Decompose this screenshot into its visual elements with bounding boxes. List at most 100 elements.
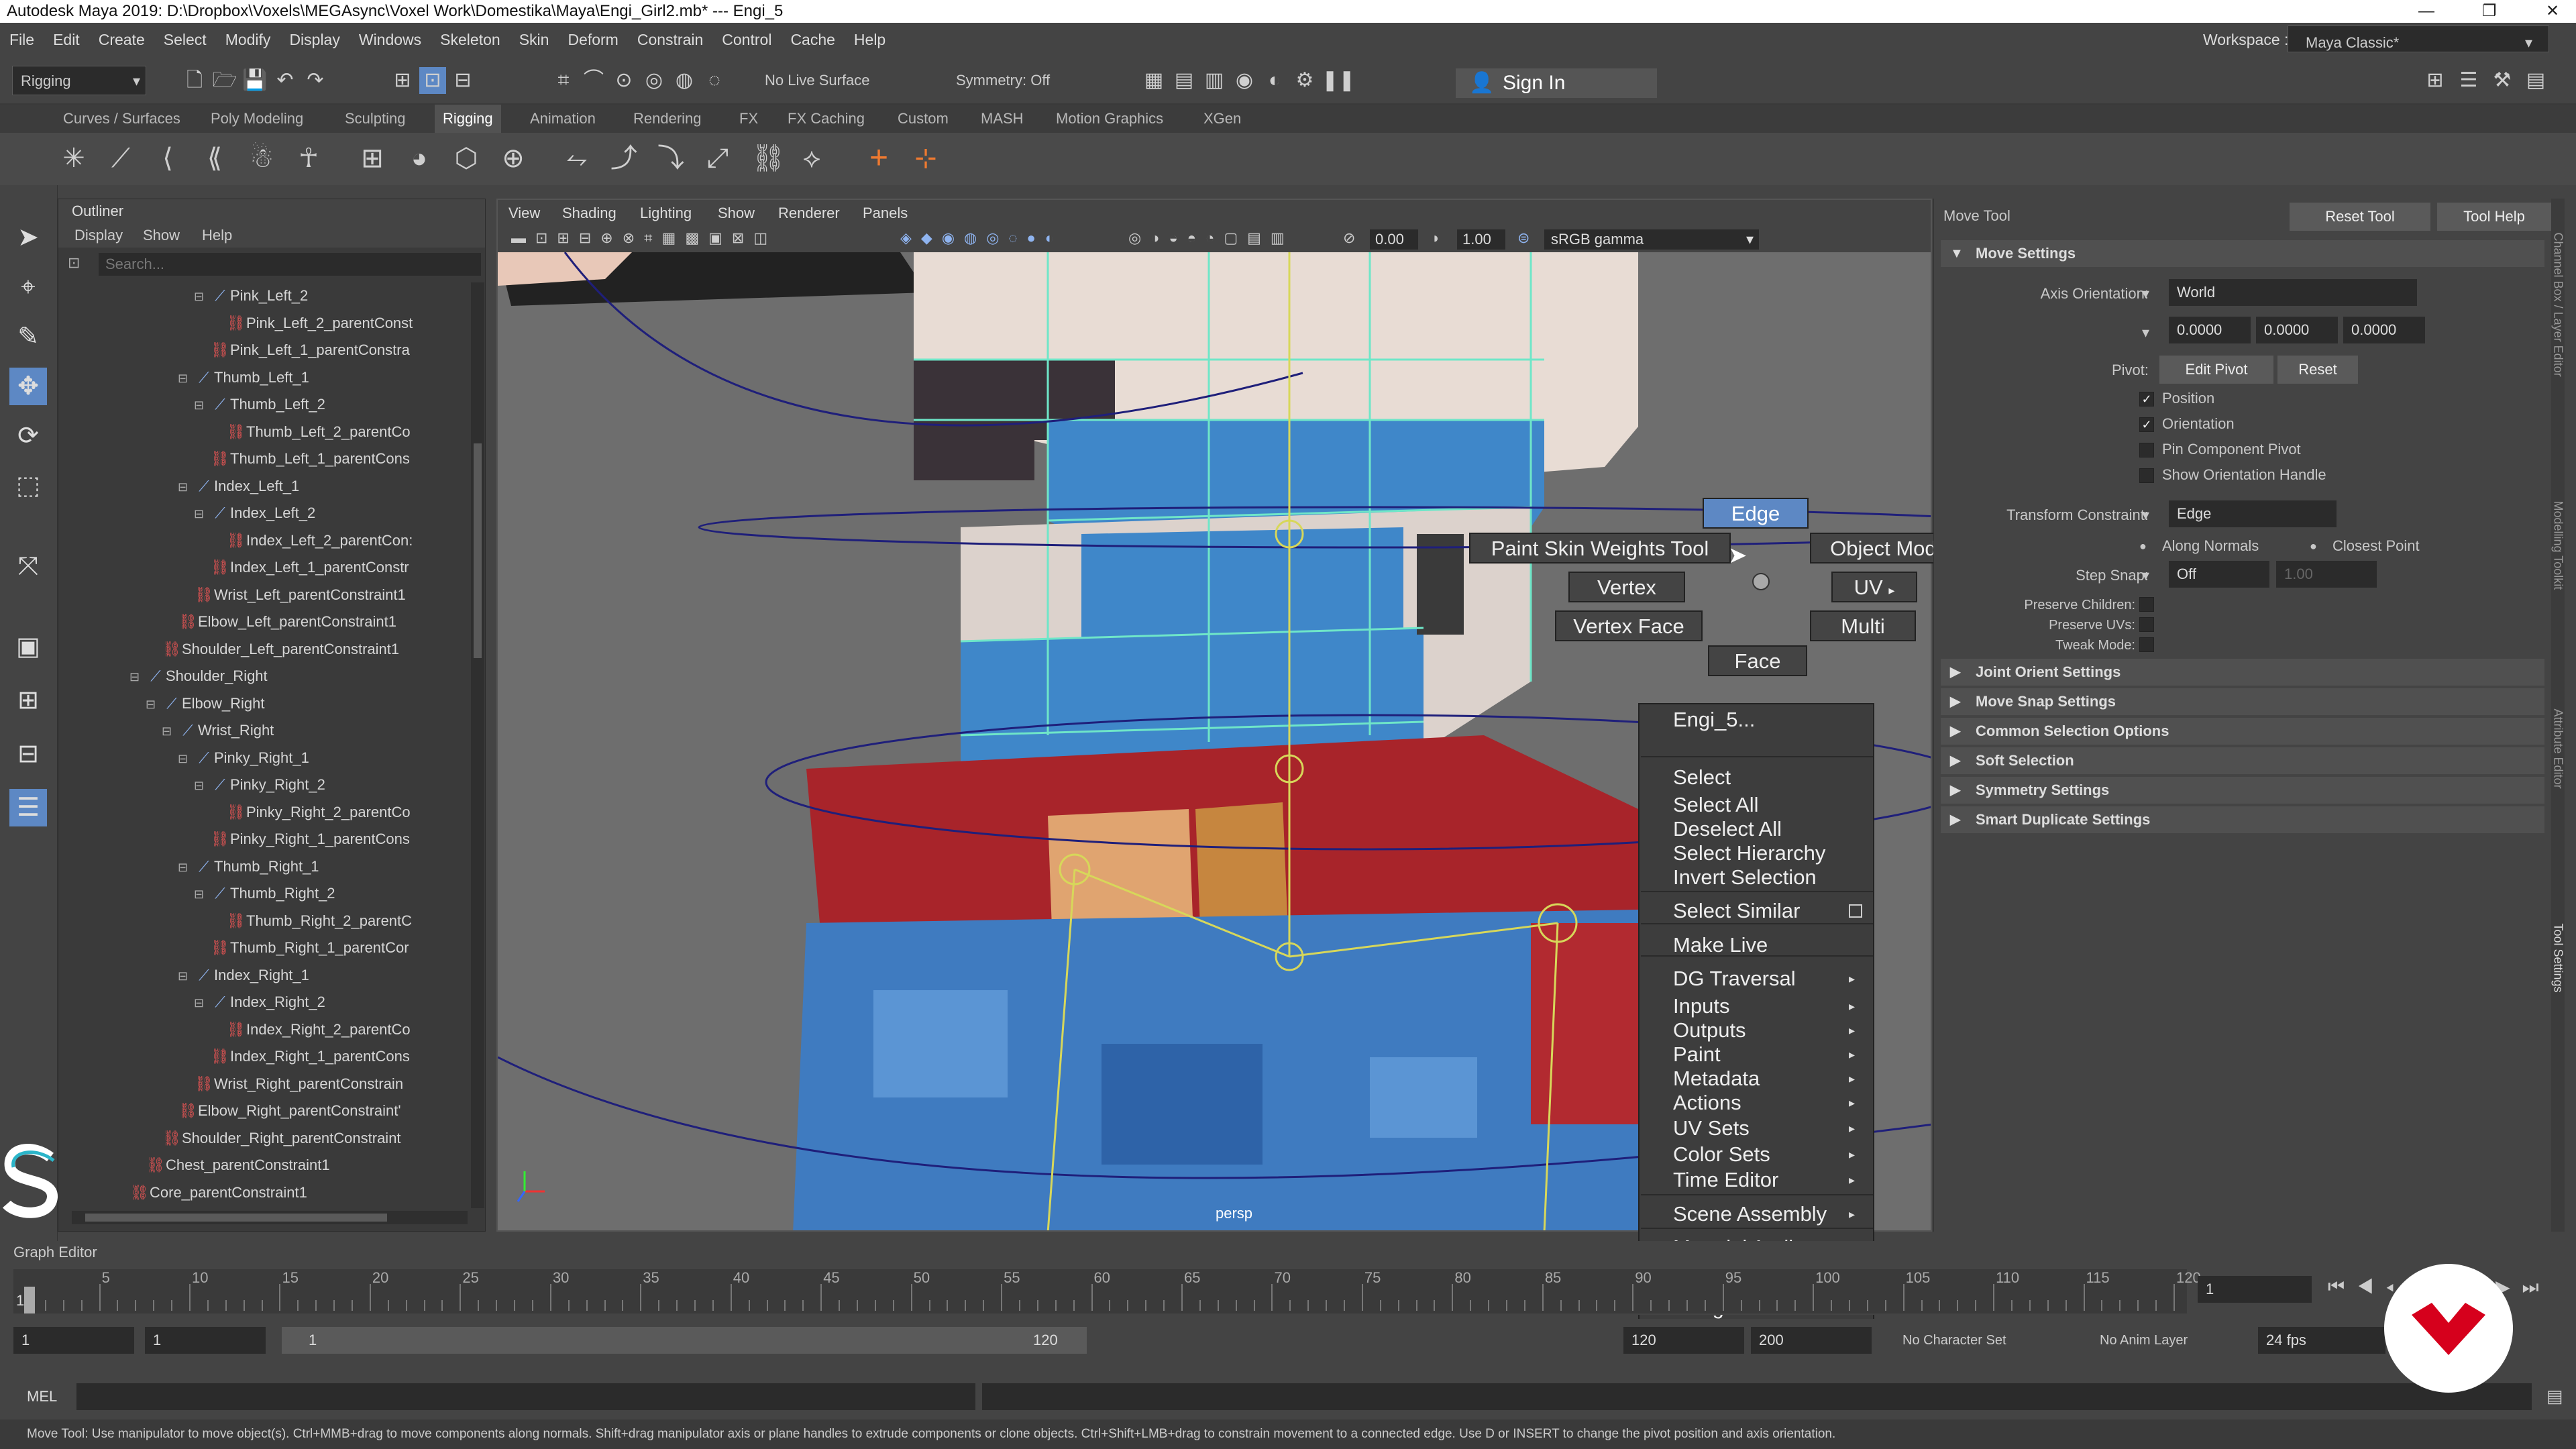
shelf-tab-xgen[interactable]: XGen: [1203, 105, 1241, 133]
reset-pivot-button[interactable]: Reset: [2277, 356, 2358, 384]
two-view-icon[interactable]: ⊟: [9, 735, 47, 773]
tool-settings-icon[interactable]: ⚒: [2489, 67, 2516, 94]
outliner-item[interactable]: ⛓Chest_parentConstraint1: [129, 1152, 330, 1179]
command-input[interactable]: [76, 1383, 975, 1410]
live-surface-label[interactable]: No Live Surface: [765, 66, 870, 95]
menu-skeleton[interactable]: Skeleton: [431, 23, 510, 56]
symmetry-settings-section[interactable]: ▶ Symmetry Settings: [1941, 777, 2544, 804]
transform-constraint-dropdown[interactable]: Edge: [2169, 500, 2337, 527]
scale-constraint-icon[interactable]: ⤢: [704, 145, 731, 172]
close-icon[interactable]: ✕: [2546, 0, 2559, 23]
outliner-item[interactable]: ⊟ ⟋ Wrist_Right: [162, 717, 274, 744]
snap-curve-icon[interactable]: ⌒: [580, 67, 607, 94]
shelf-tab-sculpting[interactable]: Sculpting: [345, 105, 406, 133]
render-setup-icon[interactable]: ⚙: [1291, 67, 1318, 94]
outliner-item[interactable]: ⛓Pinky_Right_2_parentCo: [210, 799, 411, 826]
sign-in-button[interactable]: 👤 Sign In: [1456, 68, 1657, 98]
collapse-icon[interactable]: ⊟: [178, 963, 194, 989]
menu-deform[interactable]: Deform: [558, 23, 627, 56]
orient-constraint-icon[interactable]: ⤵: [657, 145, 684, 172]
menu-file[interactable]: File: [0, 23, 44, 56]
marking-menu-edge[interactable]: Edge: [1703, 498, 1809, 529]
anim-layer-dropdown[interactable]: No Anim Layer: [2100, 1327, 2188, 1354]
outliner-item[interactable]: ⊟ ⟋ Thumb_Left_2: [194, 391, 325, 418]
side-tab-tool-settings[interactable]: Tool Settings: [2551, 924, 2565, 1071]
preserve-uvs-checkbox[interactable]: [2139, 617, 2154, 632]
outliner-item[interactable]: ⛓Index_Right_2_parentCo: [210, 1016, 411, 1043]
outliner-item[interactable]: ⛓Index_Right_1_parentCons: [194, 1043, 410, 1070]
snap-grid-icon[interactable]: ⌗: [550, 67, 577, 94]
humanik-icon[interactable]: ☃: [248, 145, 275, 172]
collapse-icon[interactable]: ⊟: [178, 365, 194, 392]
context-menu-item[interactable]: Select Hierarchy: [1673, 840, 1825, 867]
menu-set-dropdown[interactable]: Rigging ▾: [12, 66, 146, 95]
outliner-item[interactable]: ⛓Thumb_Left_2_parentCo: [210, 419, 411, 445]
set-driven-key-icon[interactable]: ⊹: [912, 145, 939, 172]
shelf-tab-curves-surfaces[interactable]: Curves / Surfaces: [63, 105, 180, 133]
snap-point-icon[interactable]: ⊙: [610, 67, 637, 94]
outliner-item[interactable]: ⊟ ⟋ Pinky_Right_1: [178, 745, 309, 771]
minimize-icon[interactable]: —: [2418, 0, 2434, 23]
outliner-item[interactable]: ⛓Shoulder_Right_parentConstraint: [146, 1125, 401, 1152]
quick-rig-icon[interactable]: ☥: [295, 145, 322, 172]
attribute-editor-icon[interactable]: ☰: [2455, 67, 2482, 94]
menu-constrain[interactable]: Constrain: [628, 23, 712, 56]
collapse-icon[interactable]: ⊟: [162, 718, 178, 745]
preserve-children-checkbox[interactable]: [2139, 597, 2154, 612]
outliner-item[interactable]: ⛓Thumb_Left_1_parentCons: [194, 445, 410, 472]
axis-value-x[interactable]: 0.0000: [2169, 317, 2251, 343]
outliner-item[interactable]: ⊟ ⟋ Elbow_Right: [146, 690, 265, 717]
step-snap-value[interactable]: 1.00: [2276, 561, 2377, 588]
marking-menu-vertex-face[interactable]: Vertex Face: [1555, 610, 1703, 641]
restore-icon[interactable]: ❐: [2482, 0, 2497, 23]
context-menu-item[interactable]: Deselect All: [1673, 816, 1782, 843]
snap-surface-icon[interactable]: ◍: [671, 67, 698, 94]
scale-tool-icon[interactable]: ⬚: [9, 467, 47, 504]
character-set-dropdown[interactable]: No Character Set: [1902, 1327, 2006, 1354]
outliner-item[interactable]: ⛓Thumb_Right_2_parentC: [210, 908, 412, 934]
save-scene-icon[interactable]: 💾: [241, 67, 268, 94]
outliner-item[interactable]: ⊟ ⟋ Shoulder_Right: [129, 663, 268, 690]
blend-shape-icon[interactable]: ◕: [406, 145, 433, 172]
shelf-tab-rendering[interactable]: Rendering: [633, 105, 702, 133]
aim-constraint-icon[interactable]: ⤴: [610, 145, 637, 172]
context-menu-item[interactable]: Invert Selection: [1673, 864, 1817, 891]
outliner-hscroll-thumb[interactable]: [85, 1214, 387, 1222]
gamma-field[interactable]: 1.00: [1457, 229, 1505, 250]
shelf-tab-rigging[interactable]: Rigging: [435, 105, 501, 133]
vp-menu-shading[interactable]: Shading: [562, 200, 616, 227]
context-menu-item[interactable]: Actions ▸: [1673, 1089, 1855, 1116]
outliner-search-input[interactable]: Search...: [99, 253, 481, 276]
menu-control[interactable]: Control: [712, 23, 781, 56]
mel-label[interactable]: MEL: [27, 1383, 57, 1410]
move-tool-icon[interactable]: ✥: [9, 368, 47, 405]
bind-skin-icon[interactable]: ⟪: [201, 145, 228, 172]
color-management-icon[interactable]: ⊜: [1517, 229, 1529, 247]
four-view-icon[interactable]: ⊞: [9, 682, 47, 719]
render-settings-icon[interactable]: ◉: [1231, 67, 1258, 94]
outliner-item[interactable]: ⊟ ⟋ Pinky_Right_2: [194, 771, 325, 798]
outliner-item[interactable]: ⛓Wrist_Right_parentConstrain: [178, 1071, 403, 1097]
outliner-item[interactable]: ⊟ ⟋ Index_Left_1: [178, 473, 299, 500]
select-hierarchy-icon[interactable]: ⊞: [389, 67, 416, 94]
camera-tools-icon[interactable]: ▬⊡⊞⊟⊕⊗⌗▦▩▣⊠◫: [511, 229, 777, 247]
orientation-checkbox[interactable]: ✓: [2139, 417, 2154, 432]
select-component-icon[interactable]: ⊟: [449, 67, 476, 94]
lasso-tool-icon[interactable]: ⌖: [9, 268, 47, 306]
axis-value-y[interactable]: 0.0000: [2256, 317, 2338, 343]
collapse-icon[interactable]: ⊟: [178, 745, 194, 772]
context-menu-item[interactable]: Metadata ▸: [1673, 1065, 1855, 1092]
vp-menu-lighting[interactable]: Lighting: [640, 200, 692, 227]
pause-icon[interactable]: ❚❚: [1322, 67, 1355, 94]
shelf-tab-motion-graphics[interactable]: Motion Graphics: [1056, 105, 1163, 133]
render-sequence-icon[interactable]: ▤: [1171, 67, 1197, 94]
chevron-down-icon[interactable]: ▾: [2142, 504, 2149, 526]
marking-menu-uv[interactable]: UV ▸: [1831, 572, 1917, 602]
range-bar[interactable]: 1 120: [282, 1327, 1087, 1354]
render-frame-icon[interactable]: ▦: [1140, 67, 1167, 94]
outliner-item[interactable]: ⛓Thumb_Right_1_parentCor: [194, 934, 409, 961]
collapse-icon[interactable]: ⊟: [194, 500, 210, 527]
shelf-tab-poly-modeling[interactable]: Poly Modeling: [211, 105, 303, 133]
context-menu-item[interactable]: Color Sets ▸: [1673, 1141, 1855, 1168]
menu-cache[interactable]: Cache: [781, 23, 844, 56]
